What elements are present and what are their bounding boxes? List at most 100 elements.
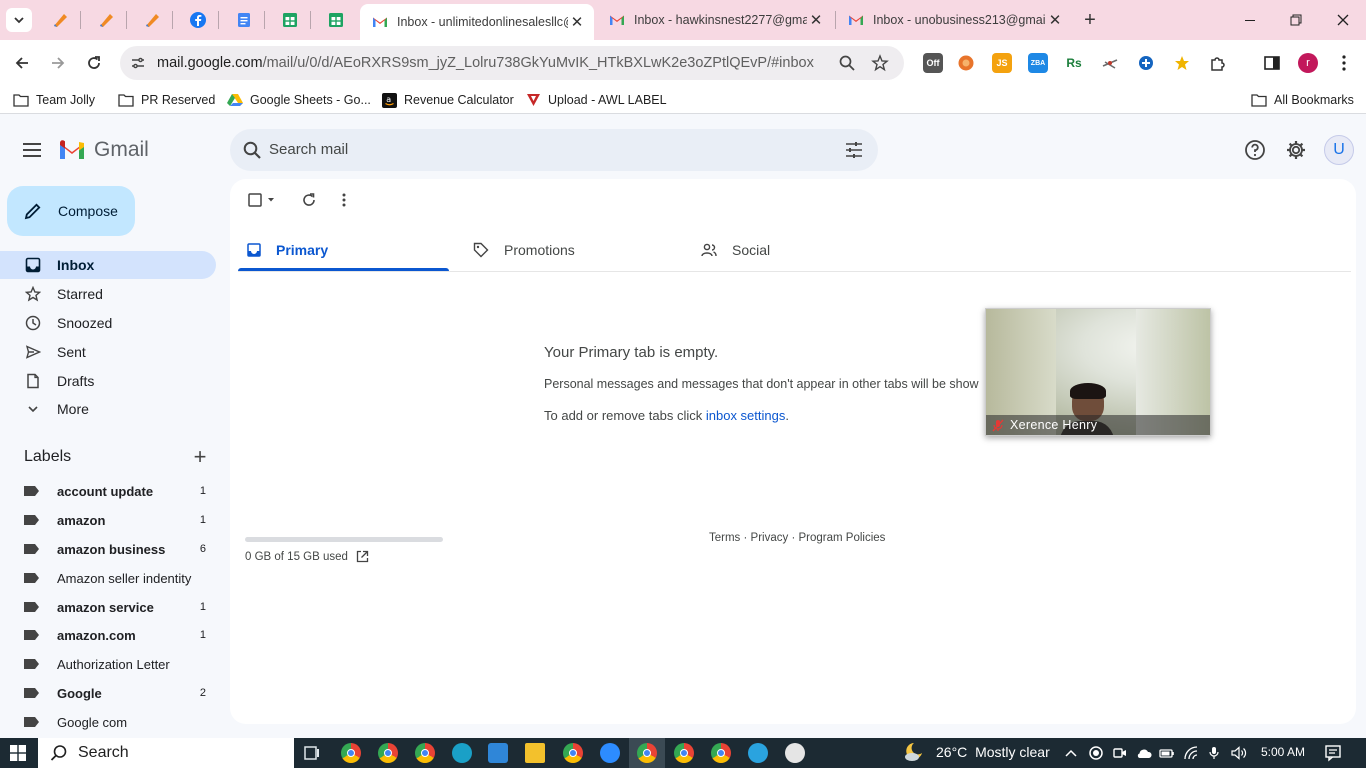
tray-wifi-icon[interactable]	[1183, 744, 1201, 762]
compose-button[interactable]: Compose	[7, 186, 135, 236]
blue-extension-icon[interactable]	[1136, 53, 1156, 73]
notification-center-icon[interactable]	[1324, 744, 1342, 762]
nav-sent[interactable]: Sent	[0, 338, 216, 366]
tab-inbox-unobusiness[interactable]: Inbox - unobusiness213@gmail ✕	[836, 4, 1072, 36]
label-amazon-seller-indentity[interactable]: Amazon seller indentity	[0, 564, 216, 592]
nav-snoozed[interactable]: Snoozed	[0, 309, 216, 337]
profile-avatar-button[interactable]: r	[1298, 53, 1318, 73]
taskbar-search-box[interactable]: Search	[38, 738, 294, 768]
chrome-icon[interactable]	[341, 743, 361, 763]
video-call-tile[interactable]: Xerence Henry	[985, 308, 1211, 436]
pinned-tab-sheets[interactable]	[277, 7, 303, 33]
pinned-tab-facebook[interactable]	[185, 7, 211, 33]
terms-link[interactable]: Terms	[709, 532, 740, 544]
label-amazon-business[interactable]: amazon business 6	[0, 535, 216, 563]
more-actions-button[interactable]	[338, 191, 350, 209]
pinned-tab-pencil[interactable]	[47, 7, 73, 33]
forward-button[interactable]	[45, 50, 71, 76]
main-menu-button[interactable]	[20, 138, 44, 162]
tray-battery-icon[interactable]	[1159, 744, 1175, 762]
bookmark-star-icon[interactable]	[871, 54, 889, 72]
chrome-icon[interactable]	[637, 743, 657, 763]
close-tab-icon[interactable]: ✕	[1046, 11, 1064, 29]
search-input[interactable]: Search mail	[269, 141, 348, 158]
back-button[interactable]	[9, 50, 35, 76]
close-tab-icon[interactable]: ✕	[568, 13, 586, 31]
zba-extension-icon[interactable]: ZBA	[1028, 53, 1048, 73]
slack-icon[interactable]	[785, 743, 805, 763]
tray-mic-icon[interactable]	[1207, 744, 1221, 762]
site-info-icon[interactable]	[130, 55, 146, 71]
tab-search-button[interactable]	[6, 8, 32, 32]
pinned-tab-docs[interactable]	[231, 7, 257, 33]
tab-social[interactable]: Social	[701, 229, 770, 271]
close-window-button[interactable]	[1331, 8, 1355, 32]
chrome-icon[interactable]	[415, 743, 435, 763]
nav-starred[interactable]: Starred	[0, 280, 216, 308]
tray-meet-icon[interactable]	[1112, 744, 1128, 762]
search-mail-bar[interactable]: Search mail	[230, 129, 878, 171]
pinned-tab-pencil-3[interactable]	[139, 7, 165, 33]
chrome-icon[interactable]	[563, 743, 583, 763]
tab-promotions[interactable]: Promotions	[473, 229, 575, 271]
label-authorization-letter[interactable]: Authorization Letter	[0, 650, 216, 678]
label-amazon-com[interactable]: amazon.com 1	[0, 621, 216, 649]
program-policies-link[interactable]: Program Policies	[798, 532, 885, 544]
search-options-icon[interactable]	[844, 140, 864, 160]
tab-inbox-unlimited[interactable]: Inbox - unlimitedonlinesalesllc@ ✕	[360, 4, 594, 40]
label-amazon[interactable]: amazon 1	[0, 506, 216, 534]
bookmark-google-sheets[interactable]: Google Sheets - Go...	[227, 91, 371, 109]
off-extension-icon[interactable]: Off	[923, 53, 943, 73]
nav-inbox[interactable]: Inbox	[0, 251, 216, 279]
label-amazon-service[interactable]: amazon service 1	[0, 593, 216, 621]
zoom-icon[interactable]	[838, 54, 856, 72]
privacy-link[interactable]: Privacy	[751, 532, 789, 544]
label-google[interactable]: Google 2	[0, 679, 216, 707]
label-account-update[interactable]: account update 1	[0, 477, 216, 505]
bookmark-team-jolly[interactable]: Team Jolly	[13, 91, 95, 109]
task-view-icon[interactable]	[302, 743, 322, 763]
edge-icon[interactable]	[452, 743, 472, 763]
show-hidden-icons-button[interactable]	[1064, 744, 1078, 762]
create-label-button[interactable]: +	[190, 446, 210, 468]
store-icon[interactable]	[488, 743, 508, 763]
refresh-button[interactable]	[300, 191, 318, 209]
chrome-menu-button[interactable]	[1334, 53, 1354, 73]
tool-extension-icon[interactable]	[1100, 53, 1120, 73]
bookmark-pr-reserved[interactable]: PR Reserved	[118, 91, 215, 109]
tray-record-icon[interactable]	[1088, 744, 1104, 762]
bookmark-upload-awl[interactable]: Upload - AWL LABEL	[526, 91, 667, 109]
tray-onedrive-icon[interactable]	[1135, 744, 1153, 762]
star-extension-icon[interactable]	[1172, 53, 1192, 73]
minimize-button[interactable]	[1238, 8, 1262, 32]
zoom-icon[interactable]	[600, 743, 620, 763]
restore-button[interactable]	[1284, 8, 1308, 32]
orange-extension-icon[interactable]	[956, 53, 976, 73]
windows-start-icon[interactable]	[10, 745, 26, 761]
new-tab-button[interactable]: +	[1079, 9, 1101, 31]
pinned-tab-pencil-2[interactable]	[93, 7, 119, 33]
chrome-icon[interactable]	[711, 743, 731, 763]
reload-button[interactable]	[81, 50, 107, 76]
side-panel-button[interactable]	[1262, 53, 1282, 73]
pinned-tab-sheets-2[interactable]	[323, 7, 349, 33]
chrome-icon[interactable]	[378, 743, 398, 763]
tray-volume-icon[interactable]	[1229, 744, 1249, 762]
search-icon[interactable]	[242, 140, 262, 160]
close-tab-icon[interactable]: ✕	[807, 11, 825, 29]
tab-primary[interactable]: Primary	[247, 229, 328, 271]
gmail-logo[interactable]: Gmail	[58, 138, 149, 162]
inbox-settings-link[interactable]: inbox settings	[706, 408, 786, 423]
manage-storage-link[interactable]	[356, 550, 369, 563]
address-bar[interactable]: mail.google.com/mail/u/0/d/AEoRXRS9sm_jy…	[120, 46, 904, 80]
file-explorer-icon[interactable]	[525, 743, 545, 763]
nav-drafts[interactable]: Drafts	[0, 367, 216, 395]
weather-widget[interactable]: 26°C Mostly clear	[902, 741, 1050, 763]
rs-extension-icon[interactable]: Rs	[1064, 53, 1084, 73]
js-extension-icon[interactable]: JS	[992, 53, 1012, 73]
all-bookmarks-button[interactable]: All Bookmarks	[1251, 91, 1354, 109]
label-google-com[interactable]: Google com	[0, 708, 216, 736]
tab-inbox-hawkinsnest[interactable]: Inbox - hawkinsnest2277@gma ✕	[597, 4, 833, 36]
support-button[interactable]	[1243, 138, 1267, 162]
chrome-icon[interactable]	[674, 743, 694, 763]
